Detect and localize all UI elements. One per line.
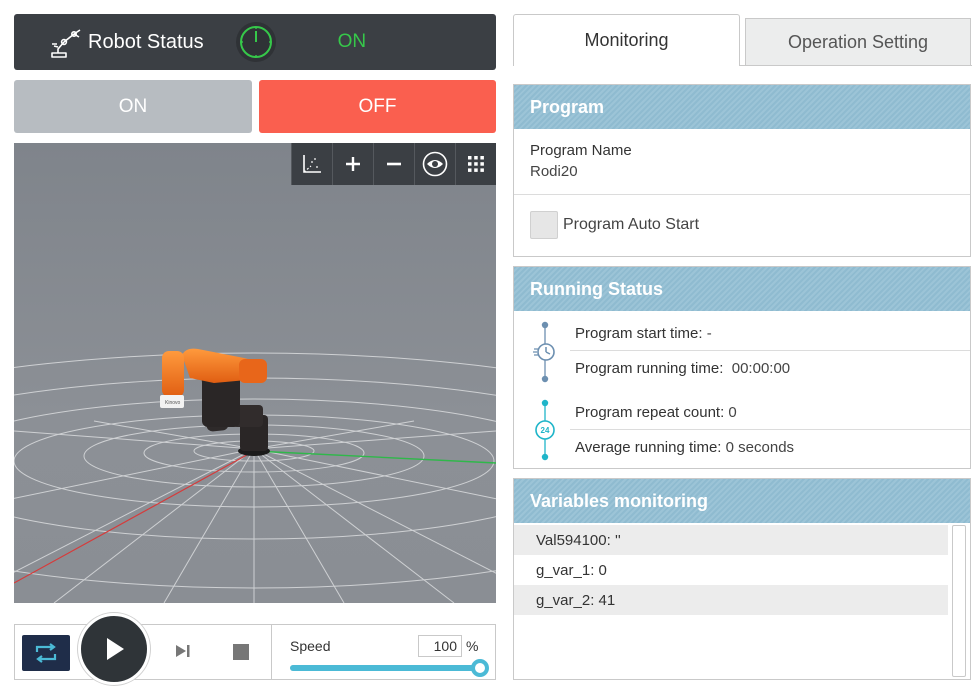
y-axis-line bbox=[253, 450, 496, 464]
program-repeat-count: Program repeat count: 0 bbox=[575, 404, 737, 421]
divider bbox=[570, 350, 970, 351]
speed-slider-thumb[interactable] bbox=[471, 659, 489, 677]
speed-input[interactable]: 100 bbox=[418, 635, 462, 657]
zoom-out-button[interactable] bbox=[373, 143, 414, 185]
power-on-button[interactable]: ON bbox=[14, 80, 252, 133]
program-start-time-value: - bbox=[706, 325, 712, 342]
average-running-time-label: Average running time: bbox=[575, 439, 722, 456]
step-forward-button[interactable] bbox=[173, 641, 193, 666]
running-status-panel: Running Status Program start time: - Pro… bbox=[513, 266, 971, 469]
program-running-time: Program running time: 00:00:00 bbox=[575, 360, 790, 377]
program-name-value: Rodi20 bbox=[530, 163, 578, 180]
floor-grid bbox=[14, 352, 496, 603]
speed-label: Speed bbox=[290, 638, 331, 654]
robot-3d-viewport[interactable]: Kinovo bbox=[14, 143, 496, 603]
viewer-menu-button[interactable] bbox=[455, 143, 496, 185]
speed-slider[interactable] bbox=[290, 659, 489, 677]
grid-menu-icon bbox=[468, 156, 484, 172]
program-auto-start-checkbox[interactable] bbox=[530, 211, 558, 239]
program-panel: Program Program Name Rodi20 Program Auto… bbox=[513, 84, 971, 257]
robot-state-text: ON bbox=[337, 31, 367, 52]
playback-control-bar: Speed 100 % bbox=[14, 613, 496, 685]
power-status-icon bbox=[235, 22, 276, 62]
robot-status-bar: Robot Status ON bbox=[14, 14, 496, 70]
variable-value: 0 bbox=[598, 561, 607, 579]
variables-scrollbar[interactable] bbox=[952, 525, 966, 677]
axes-icon bbox=[303, 155, 321, 173]
program-running-time-label: Program running time: bbox=[575, 360, 724, 377]
speed-slider-fill bbox=[290, 665, 480, 671]
variable-name: g_var_1: bbox=[536, 561, 595, 579]
variable-value: 41 bbox=[598, 591, 616, 609]
variable-row: g_var_2: 41 bbox=[514, 585, 948, 615]
robot-status-title: Robot Status bbox=[88, 30, 204, 53]
variable-name: Val594100: bbox=[536, 531, 611, 549]
divider bbox=[271, 625, 272, 679]
program-name-label: Program Name bbox=[530, 142, 632, 159]
3d-scene: Kinovo bbox=[14, 348, 496, 603]
program-panel-header: Program bbox=[514, 85, 970, 129]
divider bbox=[570, 429, 970, 430]
program-start-time-label: Program start time: bbox=[575, 325, 703, 342]
stop-button[interactable] bbox=[233, 644, 249, 660]
tab-operation-setting[interactable]: Operation Setting bbox=[745, 18, 971, 66]
x-axis-line bbox=[14, 450, 255, 584]
program-auto-start-label: Program Auto Start bbox=[563, 216, 700, 233]
variable-value: '' bbox=[614, 531, 621, 549]
view-toggle-button[interactable] bbox=[414, 143, 455, 185]
program-repeat-count-label: Program repeat count: bbox=[575, 404, 725, 421]
average-running-time-value: 0 seconds bbox=[725, 439, 795, 456]
step-forward-icon bbox=[176, 645, 190, 657]
tab-monitoring[interactable]: Monitoring bbox=[513, 14, 740, 66]
variable-name: g_var_2: bbox=[536, 591, 595, 609]
play-button[interactable] bbox=[78, 613, 150, 685]
viewer-toolbar bbox=[291, 143, 496, 185]
robot-monitor-screen: Robot Status ON ON OFF Kinovo Speed 100 … bbox=[0, 0, 972, 686]
running-status-header: Running Status bbox=[514, 267, 970, 311]
eye-icon bbox=[422, 151, 448, 177]
repeat-icon bbox=[35, 643, 57, 663]
program-start-time: Program start time: - bbox=[575, 325, 712, 342]
gripper-logo-text: Kinovo bbox=[165, 400, 181, 406]
variable-row: Val594100: '' bbox=[514, 525, 948, 555]
program-running-time-value: 00:00:00 bbox=[731, 360, 791, 377]
divider bbox=[514, 194, 970, 195]
repeat-button[interactable] bbox=[22, 635, 70, 671]
play-icon bbox=[107, 638, 124, 660]
average-running-time: Average running time: 0 seconds bbox=[575, 439, 794, 456]
zoom-in-icon bbox=[346, 157, 360, 171]
zoom-in-button[interactable] bbox=[332, 143, 373, 185]
robot-arm-icon bbox=[51, 29, 81, 58]
variables-monitoring-header: Variables monitoring bbox=[514, 479, 970, 523]
speed-unit: % bbox=[466, 638, 479, 654]
repeat-24-timeline-icon: 24 bbox=[535, 399, 555, 461]
power-off-button[interactable]: OFF bbox=[259, 80, 496, 133]
variables-monitoring-panel: Variables monitoring Val594100: '' g_var… bbox=[513, 478, 971, 680]
stopwatch-timeline-icon bbox=[533, 321, 555, 383]
program-repeat-count-value: 0 bbox=[728, 404, 737, 421]
tab-underline bbox=[740, 65, 972, 66]
tab-bar: Monitoring Operation Setting bbox=[513, 14, 971, 66]
svg-text:24: 24 bbox=[541, 426, 550, 435]
variable-row: g_var_1: 0 bbox=[514, 555, 948, 585]
axes-view-button[interactable] bbox=[291, 143, 332, 185]
zoom-out-icon bbox=[387, 162, 401, 166]
